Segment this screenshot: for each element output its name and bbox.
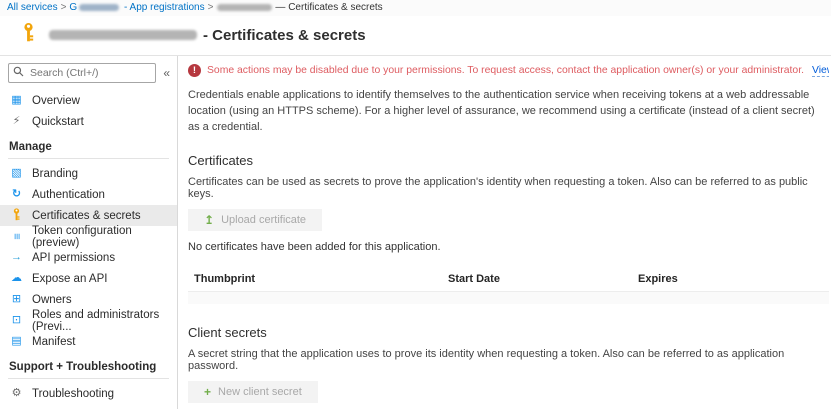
client-secrets-heading: Client secrets [188, 325, 829, 340]
sidebar-section-support: Support + Troubleshooting [0, 361, 177, 373]
upload-certificate-button[interactable]: ↥ Upload certificate [188, 209, 322, 231]
sidebar-item-owners[interactable]: ⊞ Owners [0, 289, 177, 310]
cloud-icon: ☁ [9, 273, 24, 284]
no-certificates-message: No certificates have been added for this… [188, 241, 829, 253]
page-title: - Certificates & secrets [49, 27, 366, 44]
document-icon: ▤ [9, 336, 24, 347]
authentication-icon: ↻ [9, 189, 24, 200]
key-icon [9, 208, 24, 224]
sidebar-item-label: Authentication [32, 189, 105, 201]
sidebar-item-new-support-request[interactable]: ☻ New support request [0, 404, 177, 409]
search-input[interactable] [8, 63, 156, 83]
sidebar-item-quickstart[interactable]: ⚡ Quickstart [0, 111, 177, 132]
certificates-table-header: Thumbprint Start Date Expires [188, 267, 829, 292]
column-expires: Expires [638, 273, 829, 285]
people-icon: ⊞ [9, 294, 24, 305]
breadcrumb-separator: > [208, 2, 214, 13]
certificates-heading: Certificates [188, 153, 829, 168]
arrow-icon: → [9, 252, 24, 263]
branding-icon: ▧ [9, 168, 24, 179]
redacted-app-name-title [49, 30, 197, 40]
collapse-sidebar-button[interactable]: « [160, 66, 173, 80]
person-icon: ⊡ [9, 315, 24, 326]
sidebar-item-expose-an-api[interactable]: ☁ Expose an API [0, 268, 177, 289]
warning-message: Some actions may be disabled due to your… [207, 65, 804, 76]
sidebar-search-field[interactable] [28, 66, 151, 80]
divider [8, 378, 169, 379]
sidebar-item-label: Roles and administrators (Previ... [32, 309, 177, 333]
error-icon: ! [188, 64, 201, 77]
sidebar-item-certificates-secrets[interactable]: Certificates & secrets [0, 205, 177, 226]
overview-icon: ▦ [9, 95, 24, 106]
key-icon [20, 22, 37, 48]
sidebar-item-label: Branding [32, 168, 78, 180]
certificates-description: Certificates can be used as secrets to p… [188, 176, 829, 200]
sidebar-item-label: Expose an API [32, 273, 107, 285]
breadcrumb-app-registrations[interactable]: G - App registrations [69, 2, 204, 13]
lightning-icon: ⚡ [9, 116, 24, 127]
breadcrumb: All services>G - App registrations>— Cer… [0, 0, 831, 16]
certificates-table: Thumbprint Start Date Expires [188, 267, 829, 304]
sidebar-section-manage: Manage [0, 141, 177, 153]
wrench-icon: ⚙ [9, 388, 24, 399]
sidebar-item-label: Manifest [32, 336, 75, 348]
column-thumbprint: Thumbprint [194, 273, 448, 285]
sidebar-item-roles-administrators[interactable]: ⊡ Roles and administrators (Previ... [0, 310, 177, 331]
sidebar-item-label: API permissions [32, 252, 115, 264]
divider [8, 158, 169, 159]
sidebar-item-label: Token configuration (preview) [32, 225, 177, 249]
credentials-intro-text: Credentials enable applications to ident… [188, 88, 828, 136]
redacted-directory-name [79, 4, 119, 11]
sidebar-item-label: Certificates & secrets [32, 210, 141, 222]
sidebar-item-token-configuration[interactable]: ≡ Token configuration (preview) [0, 226, 177, 247]
column-start-date: Start Date [448, 273, 638, 285]
redacted-app-name [217, 4, 272, 11]
sliders-icon: ≡ [9, 231, 24, 242]
view-application-owners-link[interactable]: View application owners [812, 65, 829, 77]
sidebar-item-api-permissions[interactable]: → API permissions [0, 247, 177, 268]
sidebar-item-branding[interactable]: ▧ Branding [0, 163, 177, 184]
main-content: ! Some actions may be disabled due to yo… [178, 56, 831, 409]
sidebar-item-label: Quickstart [32, 116, 84, 128]
empty-table-row [188, 292, 829, 304]
sidebar-item-label: Troubleshooting [32, 388, 114, 400]
new-client-secret-button[interactable]: + New client secret [188, 381, 318, 403]
client-secrets-description: A secret string that the application use… [188, 348, 829, 372]
sidebar-item-label: Overview [32, 95, 80, 107]
sidebar-item-overview[interactable]: ▦ Overview [0, 90, 177, 111]
sidebar-item-label: Owners [32, 294, 72, 306]
sidebar-item-troubleshooting[interactable]: ⚙ Troubleshooting [0, 383, 177, 404]
sidebar-item-manifest[interactable]: ▤ Manifest [0, 331, 177, 352]
breadcrumb-all-services[interactable]: All services [7, 2, 58, 13]
page-header: - Certificates & secrets [0, 16, 831, 56]
permissions-warning-banner: ! Some actions may be disabled due to yo… [188, 64, 829, 77]
search-icon [13, 64, 24, 82]
breadcrumb-separator: > [61, 2, 67, 13]
sidebar: « ▦ Overview ⚡ Quickstart Manage ▧ Brand… [0, 56, 178, 409]
sidebar-item-authentication[interactable]: ↻ Authentication [0, 184, 177, 205]
plus-icon: + [204, 385, 211, 399]
upload-icon: ↥ [204, 213, 214, 227]
breadcrumb-current: — Certificates & secrets [216, 2, 382, 13]
